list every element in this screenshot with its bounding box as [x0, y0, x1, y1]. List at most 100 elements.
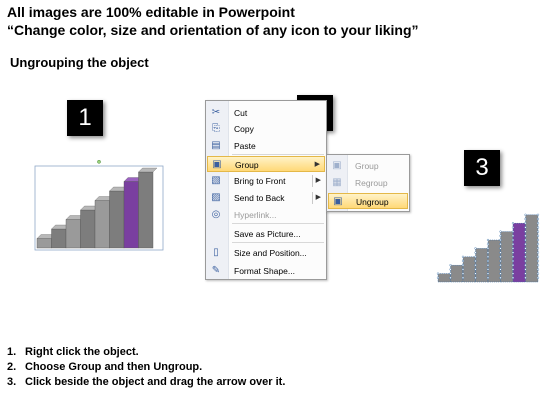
selection-handle[interactable] [461, 255, 465, 258]
selection-handle[interactable] [499, 234, 502, 237]
selection-handle[interactable] [499, 255, 502, 258]
selection-handle[interactable] [536, 259, 540, 263]
selection-handle[interactable] [499, 268, 502, 271]
selection-handle[interactable] [436, 276, 440, 279]
selection-handle[interactable] [536, 276, 540, 279]
menu-item-size-and-position[interactable]: ▯ Size and Position... [207, 245, 325, 261]
selection-handle[interactable] [474, 272, 477, 275]
selection-handle[interactable] [524, 243, 527, 246]
selection-handle[interactable] [536, 238, 540, 242]
menu-item-hyperlink[interactable]: ◎ Hyperlink... [207, 207, 325, 223]
selection-handle[interactable] [511, 234, 515, 237]
selection-handle[interactable] [486, 276, 490, 279]
selection-handle[interactable] [511, 243, 515, 246]
selection-handle[interactable] [499, 238, 502, 242]
selection-handle[interactable] [536, 243, 540, 246]
selection-handle[interactable] [499, 243, 502, 246]
grouped-staircase-object[interactable] [34, 160, 166, 252]
submenu-item-regroup[interactable]: ▦ Regroup [328, 175, 408, 191]
selection-handle[interactable] [536, 264, 540, 267]
stair-piece[interactable] [462, 256, 476, 283]
selection-handle[interactable] [536, 230, 540, 233]
selection-handle[interactable] [524, 264, 527, 267]
group-submenu[interactable]: ▣ Group ▦ Regroup ▣ Ungroup [326, 154, 410, 212]
selection-handle[interactable] [536, 272, 540, 275]
selection-handle[interactable] [536, 217, 540, 221]
selection-handle[interactable] [461, 268, 465, 271]
selection-handle[interactable] [474, 276, 477, 279]
selection-handle[interactable] [524, 226, 527, 229]
selection-handle[interactable] [524, 234, 527, 237]
selection-handle[interactable] [499, 259, 502, 263]
selection-handle[interactable] [511, 268, 515, 271]
selection-handle[interactable] [461, 272, 465, 275]
stair-piece[interactable] [450, 264, 464, 283]
selection-handle[interactable] [449, 264, 452, 267]
selection-handle[interactable] [499, 272, 502, 275]
selection-handle[interactable] [536, 268, 540, 271]
selection-handle[interactable] [511, 226, 515, 229]
selection-handle[interactable] [486, 251, 490, 254]
menu-item-bring-to-front[interactable]: ▧ Bring to Front ▶ [207, 173, 325, 189]
selection-handle[interactable] [449, 276, 452, 279]
selection-handle[interactable] [486, 272, 490, 275]
selection-handle[interactable] [449, 268, 452, 271]
selection-handle[interactable] [499, 264, 502, 267]
submenu-arrow-icon[interactable]: ▶ [316, 192, 321, 204]
selection-handle[interactable] [499, 230, 502, 233]
selection-handle[interactable] [511, 222, 515, 225]
selection-handle[interactable] [486, 264, 490, 267]
submenu-item-group[interactable]: ▣ Group [328, 158, 408, 174]
selection-handle[interactable] [511, 276, 515, 279]
selection-handle[interactable] [461, 259, 465, 263]
selection-handle[interactable] [511, 251, 515, 254]
selection-handle[interactable] [511, 272, 515, 275]
selection-handle[interactable] [474, 268, 477, 271]
selection-handle[interactable] [486, 259, 490, 263]
selection-handle[interactable] [511, 230, 515, 233]
selection-handle[interactable] [524, 222, 527, 225]
selection-handle[interactable] [536, 222, 540, 225]
selection-handle[interactable] [536, 251, 540, 254]
context-menu[interactable]: ✂ Cut ⎘ Copy ▤ Paste ▣ Group ▶ ▧ Bring to Front ▶ ▨ S… [205, 100, 327, 280]
selection-handle[interactable] [511, 238, 515, 242]
stair-piece[interactable] [475, 248, 489, 283]
menu-item-format-shape[interactable]: ✎ Format Shape... [207, 263, 325, 279]
selection-handle[interactable] [511, 247, 515, 250]
menu-item-send-to-back[interactable]: ▨ Send to Back ▶ [207, 190, 325, 206]
selection-handle[interactable] [486, 238, 490, 242]
selection-handle[interactable] [536, 255, 540, 258]
selection-handle[interactable] [486, 255, 490, 258]
selection-handle[interactable] [524, 255, 527, 258]
selection-handle[interactable] [524, 230, 527, 233]
selection-handle[interactable] [536, 226, 540, 229]
selection-handle[interactable] [524, 268, 527, 271]
submenu-item-ungroup[interactable]: ▣ Ungroup [328, 193, 408, 209]
selection-handle[interactable] [511, 259, 515, 263]
selection-handle[interactable] [499, 276, 502, 279]
selection-handle[interactable] [474, 259, 477, 263]
menu-item-copy[interactable]: ⎘ Copy [207, 121, 325, 137]
selection-handle[interactable] [524, 217, 527, 221]
stair-piece[interactable] [500, 231, 514, 283]
selection-handle[interactable] [461, 264, 465, 267]
submenu-arrow-icon[interactable]: ▶ [316, 175, 321, 187]
selection-handle[interactable] [524, 238, 527, 242]
selection-handle[interactable] [474, 264, 477, 267]
selection-handle[interactable] [524, 259, 527, 263]
menu-item-group[interactable]: ▣ Group ▶ [207, 156, 325, 172]
selection-handle[interactable] [511, 255, 515, 258]
submenu-arrow-icon[interactable]: ▶ [315, 159, 320, 171]
selection-handle[interactable] [524, 272, 527, 275]
selection-handle[interactable] [474, 247, 477, 250]
selection-handle[interactable] [536, 213, 540, 216]
stair-piece[interactable] [487, 239, 501, 283]
stair-piece[interactable] [437, 273, 451, 283]
selection-handle[interactable] [524, 213, 527, 216]
menu-item-paste[interactable]: ▤ Paste [207, 138, 325, 154]
selection-handle[interactable] [436, 272, 440, 275]
selection-handle[interactable] [536, 234, 540, 237]
selection-handle[interactable] [461, 276, 465, 279]
selection-handle[interactable] [486, 268, 490, 271]
ungrouped-staircase-object[interactable] [436, 206, 548, 284]
